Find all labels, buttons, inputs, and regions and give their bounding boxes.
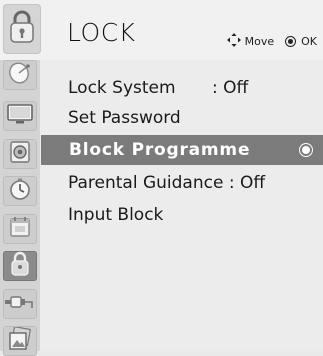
sidebar-item-input[interactable] [3, 289, 37, 319]
menu-header: LOCK Move OK [0, 0, 323, 60]
navigation-hint: Move OK [226, 33, 317, 50]
sidebar-item-time[interactable] [3, 176, 37, 206]
lock-category-tile [3, 4, 41, 54]
ok-hint-label: OK [301, 35, 317, 48]
move-hint-label: Move [244, 35, 275, 48]
menu-item-label: Lock System [68, 78, 176, 98]
sidebar-item-usb[interactable] [3, 326, 37, 356]
lock-icon [10, 251, 30, 281]
sidebar-item-lock[interactable] [3, 251, 37, 281]
menu-item-label: Input Block [68, 205, 164, 225]
ok-button-icon [302, 146, 310, 154]
tv-screen-icon [7, 103, 33, 129]
speaker-icon [8, 140, 32, 168]
sidebar-item-channel[interactable] [3, 60, 37, 90]
menu-item-label: Set Password [68, 108, 181, 128]
lock-menu-screen: LOCK Move OK Lock System: Off Set Passw… [0, 0, 323, 356]
menu-item-parental-guidance[interactable]: Parental Guidance : Off [41, 168, 323, 198]
menu-item-set-password[interactable]: Set Password [41, 103, 323, 133]
ok-button-icon [288, 39, 294, 44]
menu-item-value: : Off [212, 78, 249, 98]
sidebar-item-picture[interactable] [3, 101, 37, 131]
category-sidebar [0, 60, 40, 356]
menu-item-block-programme[interactable]: Block Programme [41, 135, 323, 165]
calendar-icon [8, 215, 32, 243]
lock-icon [9, 10, 35, 48]
lock-menu-list: Lock System : Off Set Password Block Pro… [41, 60, 323, 351]
menu-item-lock-system[interactable]: Lock System : Off [41, 73, 323, 103]
menu-item-label: Block Programme [69, 140, 251, 160]
sidebar-item-audio[interactable] [3, 139, 37, 169]
satellite-dish-icon [7, 61, 33, 89]
menu-item-label: Parental Guidance : Off [68, 173, 266, 193]
cable-plug-icon [5, 292, 35, 316]
menu-item-input-block[interactable]: Input Block [41, 200, 323, 230]
clock-icon [8, 177, 32, 205]
page-title: LOCK [67, 18, 136, 47]
sidebar-item-option[interactable] [3, 214, 37, 244]
move-arrows-icon [226, 33, 241, 50]
